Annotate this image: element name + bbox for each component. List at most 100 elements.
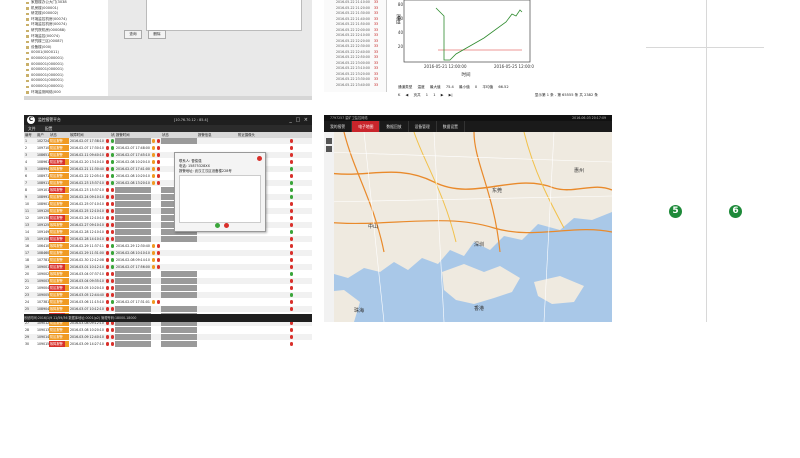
row-status-b-icon[interactable]	[111, 188, 115, 192]
row-status-c-icon[interactable]	[157, 300, 161, 304]
alarm-row[interactable]: 20 109002 故障报警 2016-03-04 07:37:10	[24, 271, 312, 278]
row-action-icon[interactable]	[290, 342, 294, 346]
row-status-a-icon[interactable]	[106, 153, 110, 157]
row-action[interactable]	[289, 173, 301, 179]
alarm-row[interactable]: 19 109001 防区报警 2016-03-01 10:12:10 2016-02-0…	[24, 264, 312, 271]
row-status-b-icon[interactable]	[111, 181, 115, 185]
alarm-row[interactable]: 5 1089944故障报警 2016-02-21 11:30:40 2016-02-0…	[24, 166, 312, 173]
row-action[interactable]	[289, 180, 301, 186]
row-action-icon[interactable]	[290, 174, 294, 178]
row-status-b-icon[interactable]	[111, 265, 115, 269]
alarm-row[interactable]: 17 108460 防区报警 2016-02-29 11:31:00 2016-02-0…	[24, 250, 312, 257]
row-status-c-icon[interactable]	[157, 258, 161, 262]
row-camera-icon[interactable]	[152, 167, 156, 171]
alarm-row[interactable]: 13 109125 故障报警 2016-02-27 09:10:10	[24, 222, 312, 229]
alarm-row[interactable]: 15 109150 防区报警 2016-02-28 14:10:10	[24, 236, 312, 243]
row-status-b-icon[interactable]	[111, 300, 115, 304]
row-status-b-icon[interactable]	[111, 328, 115, 332]
row-camera-icon[interactable]	[152, 258, 156, 262]
row-action-icon[interactable]	[290, 146, 294, 150]
alarm-row[interactable]: 29 109014 防区报警 2016-03-09 12:40:10	[24, 334, 312, 341]
row-status-b-icon[interactable]	[111, 279, 115, 283]
page-current[interactable]: 1	[426, 93, 428, 97]
row-action[interactable]	[289, 271, 301, 277]
row-action[interactable]	[289, 236, 301, 242]
row-status-b-icon[interactable]	[111, 272, 115, 276]
row-action-icon[interactable]	[290, 251, 294, 255]
row-camera-icon[interactable]	[152, 244, 156, 248]
row-status-a-icon[interactable]	[106, 230, 110, 234]
alarm-row[interactable]: 9 108991 防区报警 2016-02-24 09:10:10	[24, 194, 312, 201]
row-action[interactable]	[289, 264, 301, 270]
row-camera-icon[interactable]	[152, 181, 156, 185]
row-status-a-icon[interactable]	[106, 202, 110, 206]
first-page-button[interactable]: K	[398, 93, 400, 97]
confirm-icon[interactable]	[215, 223, 220, 228]
row-action-icon[interactable]	[290, 286, 294, 290]
menu-config[interactable]: 配置	[45, 126, 53, 131]
map-tab[interactable]: 设备管理	[409, 121, 437, 132]
row-action[interactable]	[289, 152, 301, 158]
row-action-icon[interactable]	[290, 272, 294, 276]
row-action-icon[interactable]	[290, 328, 294, 332]
row-status-b-icon[interactable]	[111, 209, 115, 213]
row-status-b-icon[interactable]	[111, 244, 115, 248]
row-camera-icon[interactable]	[152, 174, 156, 178]
row-action-icon[interactable]	[290, 244, 294, 248]
row-status-a-icon[interactable]	[106, 300, 110, 304]
row-camera-icon[interactable]	[152, 265, 156, 269]
row-status-b-icon[interactable]	[111, 223, 115, 227]
row-status-b-icon[interactable]	[111, 258, 115, 262]
row-action-icon[interactable]	[290, 223, 294, 227]
row-action-icon[interactable]	[290, 167, 294, 171]
row-action-icon[interactable]	[290, 195, 294, 199]
delete-button[interactable]: 删除	[148, 30, 166, 39]
row-camera-icon[interactable]	[152, 251, 156, 255]
row-status-a-icon[interactable]	[106, 167, 110, 171]
prev-page-button[interactable]: ◀	[406, 93, 409, 97]
row-status-a-icon[interactable]	[106, 139, 110, 143]
alarm-row[interactable]: 30 109015 故障报警 2016-03-09 14:27:10	[24, 341, 312, 348]
row-status-a-icon[interactable]	[106, 342, 110, 346]
row-action-icon[interactable]	[290, 258, 294, 262]
row-action[interactable]	[289, 299, 301, 305]
row-action[interactable]	[289, 145, 301, 151]
row-action[interactable]	[289, 285, 301, 291]
row-status-c-icon[interactable]	[157, 251, 161, 255]
row-status-b-icon[interactable]	[111, 174, 115, 178]
row-status-a-icon[interactable]	[106, 279, 110, 283]
map-tab[interactable]: 电子地图	[352, 121, 381, 132]
row-action[interactable]	[289, 222, 301, 228]
alarm-row[interactable]: 4 108961 防区报警 2016-02-20 13:10:10 2016-02-08…	[24, 159, 312, 166]
row-action[interactable]	[289, 229, 301, 235]
row-status-a-icon[interactable]	[106, 188, 110, 192]
menu-file[interactable]: 文件	[28, 126, 36, 131]
row-camera-icon[interactable]	[152, 153, 156, 157]
row-status-c-icon[interactable]	[157, 265, 161, 269]
row-status-a-icon[interactable]	[106, 244, 110, 248]
row-action[interactable]	[289, 138, 301, 144]
map-tab[interactable]: 数据回放	[380, 121, 409, 132]
row-status-a-icon[interactable]	[106, 335, 110, 339]
row-status-b-icon[interactable]	[111, 216, 115, 220]
row-action[interactable]	[289, 292, 301, 298]
row-status-a-icon[interactable]	[106, 223, 110, 227]
alarm-row[interactable]: 16 106410 故障报警 2016-02-29 11:37:11 2016-02-2…	[24, 243, 312, 250]
row-status-b-icon[interactable]	[111, 160, 115, 164]
row-action-icon[interactable]	[290, 293, 294, 297]
row-status-c-icon[interactable]	[157, 153, 161, 157]
row-camera-icon[interactable]	[152, 300, 156, 304]
map-tab[interactable]: 我的报警	[324, 121, 353, 132]
row-action-icon[interactable]	[290, 300, 294, 304]
row-status-b-icon[interactable]	[111, 335, 115, 339]
row-status-c-icon[interactable]	[157, 160, 161, 164]
row-action[interactable]	[289, 243, 301, 249]
row-action[interactable]	[289, 194, 301, 200]
row-status-a-icon[interactable]	[106, 293, 110, 297]
row-action-icon[interactable]	[290, 139, 294, 143]
row-action-icon[interactable]	[290, 188, 294, 192]
row-status-a-icon[interactable]	[106, 195, 110, 199]
close-icon[interactable]	[257, 156, 262, 161]
row-action-icon[interactable]	[290, 202, 294, 206]
horizontal-scrollbar[interactable]	[24, 96, 312, 100]
